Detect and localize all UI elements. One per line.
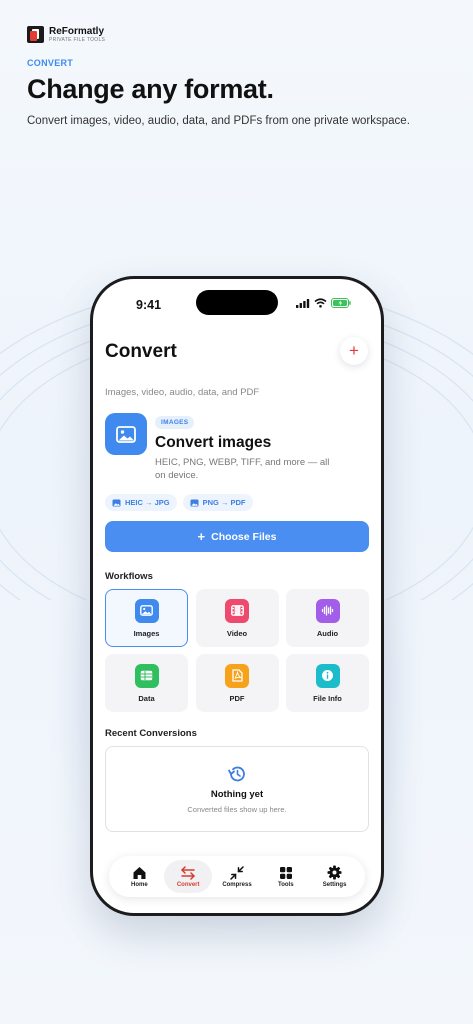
plus-icon: + — [349, 341, 359, 360]
workflow-audio[interactable]: Audio — [286, 589, 369, 647]
plus-icon: + — [197, 529, 206, 544]
tab-label: Settings — [322, 882, 347, 888]
tab-label: Convert — [176, 881, 200, 888]
workflow-label: PDF — [229, 693, 245, 703]
film-icon — [225, 598, 249, 623]
brand-logo-icon — [27, 26, 44, 43]
empty-title: Nothing yet — [210, 788, 264, 800]
workflow-images[interactable]: Images — [105, 589, 188, 647]
dynamic-island — [196, 290, 278, 315]
workflow-label: Images — [133, 628, 160, 638]
pdf-icon — [225, 663, 249, 688]
chip-label: PNG → PDF — [202, 498, 246, 507]
status-time: 9:41 — [136, 298, 162, 312]
image-icon — [112, 499, 121, 506]
feature-image-icon — [105, 413, 147, 455]
feature-badge: IMAGES — [155, 416, 195, 429]
brand-tagline: PRIVATE FILE TOOLS — [49, 36, 106, 43]
tab-bar: Home Convert Compress Tools Settings — [109, 856, 365, 897]
gear-icon — [327, 865, 342, 880]
grid-icon — [279, 866, 292, 879]
phone-screen: 9:41 Convert + Images, video, audio, dat… — [93, 279, 381, 913]
tab-label: Tools — [278, 881, 294, 888]
workflow-pdf[interactable]: PDF — [195, 654, 279, 712]
feature-title: Convert images — [155, 434, 272, 451]
info-icon — [315, 663, 340, 688]
choose-files-button[interactable]: + Choose Files — [105, 521, 369, 552]
workflow-label: Data — [138, 693, 155, 703]
tab-tools[interactable]: Tools — [262, 860, 310, 893]
feature-description: HEIC, PNG, WEBP, TIFF, and more — all on… — [155, 457, 330, 481]
chip-label: HEIC → JPG — [125, 498, 170, 507]
workflow-label: Video — [226, 628, 248, 638]
hero-title: Change any format. — [27, 74, 274, 104]
workflow-label: Audio — [316, 628, 339, 638]
compress-arrows-icon — [230, 865, 244, 880]
tab-convert[interactable]: Convert — [164, 860, 213, 893]
house-icon — [133, 866, 146, 879]
format-chip[interactable]: PNG → PDF — [182, 494, 253, 511]
hero-subtitle: Convert images, video, audio, data, and … — [27, 115, 410, 127]
image-icon — [134, 598, 159, 623]
phone-frame: 9:41 Convert + Images, video, audio, dat… — [90, 276, 384, 916]
tab-label: Compress — [222, 881, 252, 888]
table-icon — [134, 663, 159, 688]
workflows-heading: Workflows — [105, 571, 153, 582]
screen-title: Convert — [105, 341, 177, 362]
tab-label: Home — [131, 881, 148, 888]
workflow-data[interactable]: Data — [105, 654, 188, 712]
tab-settings[interactable]: Settings — [311, 860, 359, 893]
image-icon — [190, 499, 199, 506]
workflow-grid: Images Video Audio Data PDF File Info — [105, 589, 369, 712]
waveform-icon — [315, 598, 340, 623]
battery-icon — [331, 298, 351, 308]
history-icon — [228, 766, 245, 781]
recent-empty-state: Nothing yet Converted files show up here… — [105, 746, 369, 832]
brand-name: ReFormatly — [49, 25, 105, 37]
status-bar: 9:41 — [93, 279, 381, 327]
workflow-video[interactable]: Video — [195, 589, 279, 647]
brand: ReFormatly PRIVATE FILE TOOLS — [27, 26, 105, 43]
screen-subtitle: Images, video, audio, data, and PDF — [105, 387, 260, 398]
swap-arrows-icon — [181, 865, 195, 880]
workflow-label: File Info — [313, 693, 342, 703]
choose-files-label: Choose Files — [211, 530, 277, 543]
tab-home[interactable]: Home — [115, 860, 163, 893]
hero-eyebrow: CONVERT — [27, 58, 74, 68]
signal-icon — [296, 298, 310, 308]
workflow-file-info[interactable]: File Info — [286, 654, 369, 712]
wifi-icon — [314, 298, 327, 308]
tab-compress[interactable]: Compress — [213, 860, 261, 893]
recent-heading: Recent Conversions — [105, 728, 197, 739]
add-button[interactable]: + — [340, 337, 368, 365]
format-chip[interactable]: HEIC → JPG — [105, 494, 177, 511]
empty-description: Converted files show up here. — [187, 804, 287, 814]
